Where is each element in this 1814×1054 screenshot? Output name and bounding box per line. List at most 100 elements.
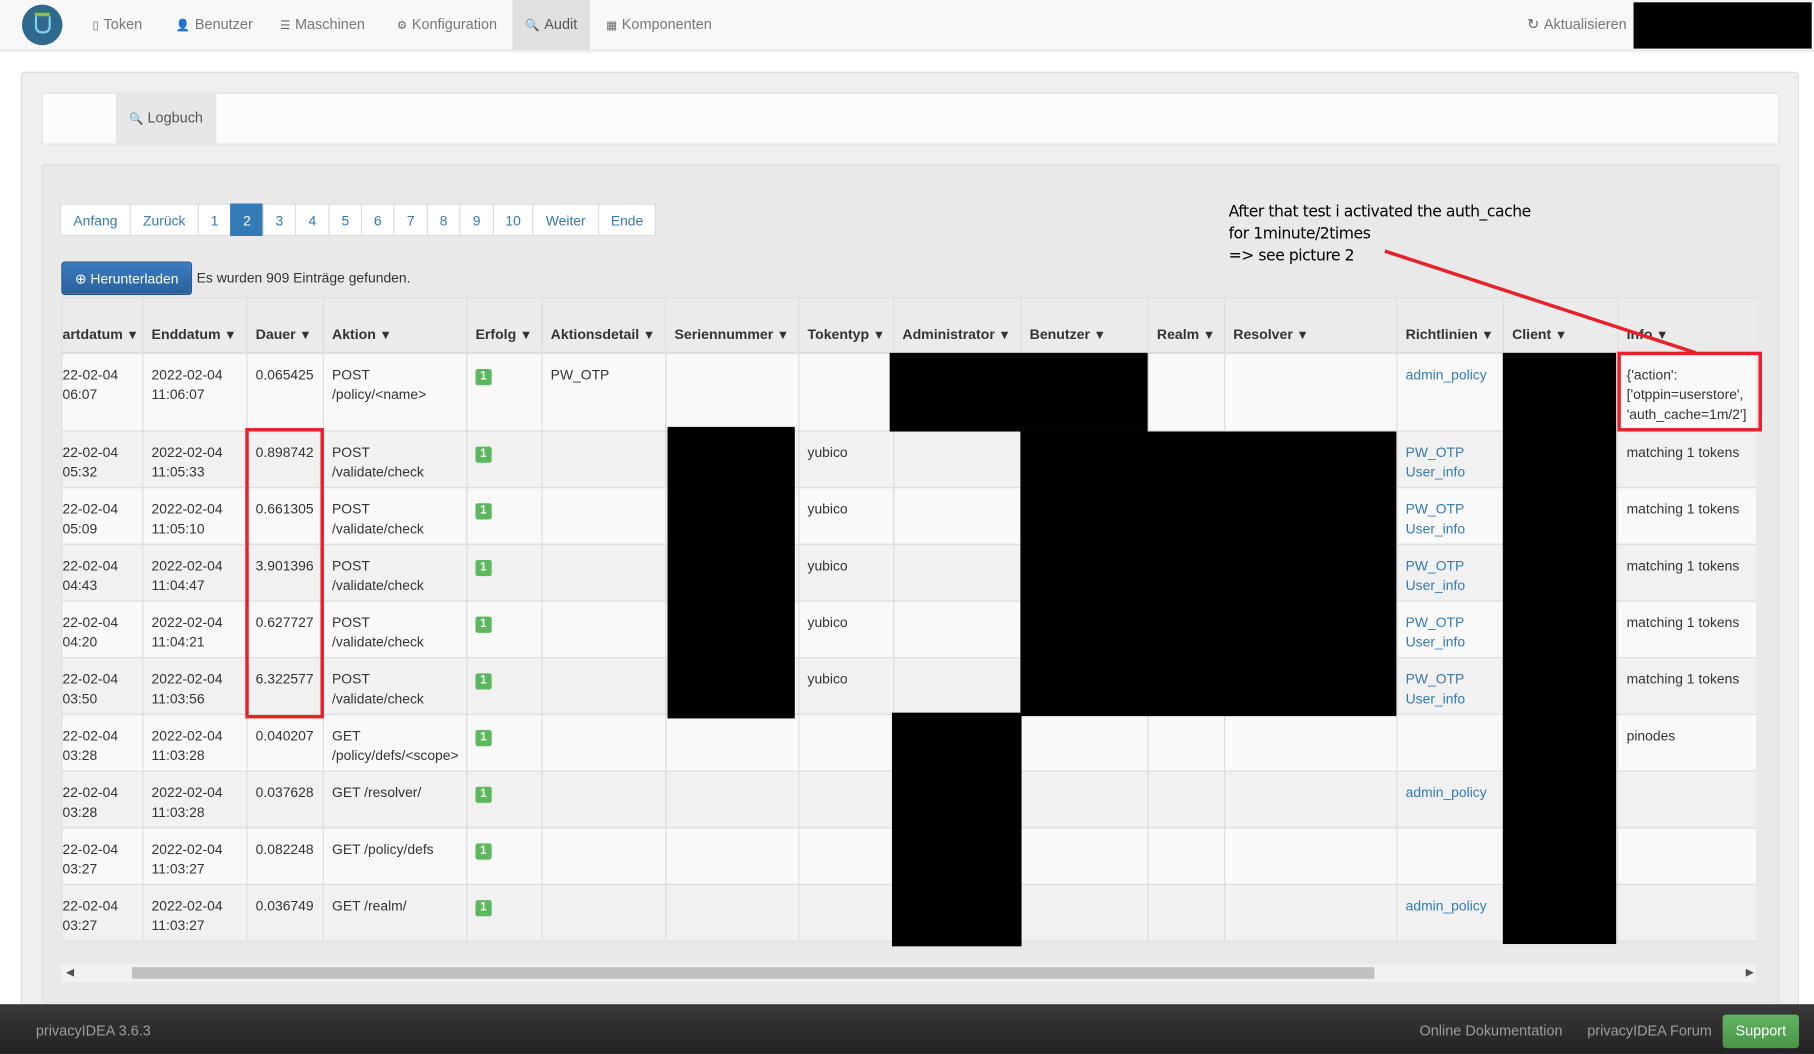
column-header-erfolg[interactable]: Erfolg ▼ xyxy=(466,297,543,354)
refresh-button[interactable]: ↻ Aktualisieren xyxy=(1527,0,1627,50)
filter-icon[interactable]: ▼ xyxy=(998,328,1011,342)
cell-administrator xyxy=(893,657,1022,715)
end-date: 2022-02-04 xyxy=(151,671,223,688)
column-header-info[interactable]: Info ▼ xyxy=(1617,297,1757,354)
success-badge: 1 xyxy=(475,843,492,860)
cell-info: matching 1 tokens xyxy=(1617,543,1757,602)
search-icon: 🔍 xyxy=(525,19,540,33)
action: /policy/defs/<scope> xyxy=(332,747,459,764)
docs-link[interactable]: Online Dokumentation xyxy=(1420,1023,1563,1039)
search-icon: 🔍 xyxy=(129,113,144,127)
page-3[interactable]: 3 xyxy=(262,203,297,237)
column-header-dauer[interactable]: Dauer ▼ xyxy=(246,297,324,354)
filter-icon[interactable]: ▼ xyxy=(643,328,656,342)
column-header-administrator[interactable]: Administrator ▼ xyxy=(893,297,1022,354)
success-badge: 1 xyxy=(475,786,492,803)
filter-icon[interactable]: ▼ xyxy=(873,328,886,342)
app: ▯ Token 👤 Benutzer ☰ Maschinen ⚙ Konfiguration 🔍… xyxy=(0,0,1814,1054)
nav-token[interactable]: ▯ Token xyxy=(93,0,143,50)
filter-icon[interactable]: ▼ xyxy=(520,328,533,342)
download-button[interactable]: ⊕ Herunterladen xyxy=(61,261,193,296)
filter-icon[interactable]: ▼ xyxy=(1555,328,1568,342)
cell-info: pinodes xyxy=(1617,713,1757,772)
policy-link[interactable]: admin_policy xyxy=(1406,365,1495,385)
policy-link[interactable]: PW_OTP xyxy=(1406,670,1495,690)
column-header-resolver[interactable]: Resolver ▼ xyxy=(1224,297,1398,354)
column-header-richtlinien[interactable]: Richtlinien ▼ xyxy=(1396,297,1504,354)
forum-link[interactable]: privacyIDEA Forum xyxy=(1587,1023,1712,1039)
policy-link[interactable]: PW_OTP xyxy=(1406,443,1495,463)
policy-link[interactable]: PW_OTP xyxy=(1406,613,1495,633)
page-ende[interactable]: Ende xyxy=(598,203,656,237)
page-7[interactable]: 7 xyxy=(393,203,429,237)
duration: 0.037628 xyxy=(255,784,314,801)
filter-icon[interactable]: ▼ xyxy=(379,328,392,342)
nav-audit[interactable]: 🔍 Audit xyxy=(512,0,591,50)
cell-benutzer xyxy=(1020,770,1149,829)
column-header-tokentyp[interactable]: Tokentyp ▼ xyxy=(798,297,895,354)
filter-icon[interactable]: ▼ xyxy=(299,328,312,342)
action: /policy/<name> xyxy=(332,385,427,403)
cell-erfolg: 1 xyxy=(466,713,543,772)
column-header-benutzer[interactable]: Benutzer ▼ xyxy=(1020,297,1149,354)
page-9[interactable]: 9 xyxy=(459,203,494,237)
nav-benutzer[interactable]: 👤 Benutzer xyxy=(176,0,253,50)
page-6[interactable]: 6 xyxy=(360,203,395,237)
policy-link[interactable]: admin_policy xyxy=(1406,897,1495,917)
start-date: 03:27 xyxy=(62,860,98,877)
tab-logbuch[interactable]: 🔍 Logbuch xyxy=(115,92,217,144)
cell-administrator xyxy=(893,543,1022,602)
nav-konfiguration[interactable]: ⚙ Konfiguration xyxy=(397,0,497,50)
policy-link[interactable]: User_info xyxy=(1406,633,1495,653)
page-weiter[interactable]: Weiter xyxy=(532,203,600,237)
page-zurück[interactable]: Zurück xyxy=(129,203,199,237)
scrollbar-thumb[interactable] xyxy=(131,967,1375,979)
page-1[interactable]: 1 xyxy=(197,203,232,237)
filter-icon[interactable]: ▼ xyxy=(777,328,790,342)
policy-link[interactable]: User_info xyxy=(1406,519,1495,539)
policy-link[interactable]: PW_OTP xyxy=(1406,500,1495,520)
policy-link[interactable]: User_info xyxy=(1406,463,1495,483)
end-date: 2022-02-04 xyxy=(151,500,223,518)
nav-komponenten[interactable]: ▦ Komponenten xyxy=(606,0,712,50)
scroll-left-arrow[interactable]: ◀ xyxy=(66,966,74,979)
policy-link[interactable]: PW_OTP xyxy=(1406,556,1495,576)
policy-link[interactable]: User_info xyxy=(1406,690,1495,710)
filter-icon[interactable]: ▼ xyxy=(224,328,237,342)
nav-maschinen[interactable]: ☰ Maschinen xyxy=(280,0,365,50)
filter-icon[interactable]: ▼ xyxy=(1481,328,1494,342)
column-header-client[interactable]: Client ▼ xyxy=(1502,297,1619,354)
filter-icon[interactable]: ▼ xyxy=(1093,328,1106,342)
success-badge: 1 xyxy=(475,616,492,633)
column-header-realm[interactable]: Realm ▼ xyxy=(1147,297,1226,354)
column-header-seriennummer[interactable]: Seriennummer ▼ xyxy=(665,297,800,354)
scroll-right-arrow[interactable]: ▶ xyxy=(1746,966,1754,979)
filter-icon[interactable]: ▼ xyxy=(126,328,139,342)
page-5[interactable]: 5 xyxy=(328,203,363,237)
policy-link[interactable]: admin_policy xyxy=(1406,783,1495,803)
filter-icon[interactable]: ▼ xyxy=(1296,328,1309,342)
header-label: Erfolg xyxy=(475,325,517,343)
filter-icon[interactable]: ▼ xyxy=(1203,328,1216,342)
end-date: 2022-02-04 xyxy=(151,784,223,801)
column-header-artdatum[interactable]: artdatum ▼ xyxy=(61,297,144,354)
privacyidea-logo[interactable] xyxy=(21,4,63,46)
page-8[interactable]: 8 xyxy=(426,203,461,237)
cell-tokentyp xyxy=(798,883,895,942)
support-button[interactable]: Support xyxy=(1722,1014,1799,1049)
column-header-enddatum[interactable]: Enddatum ▼ xyxy=(142,297,248,354)
page-anfang[interactable]: Anfang xyxy=(60,203,131,237)
column-header-aktionsdetail[interactable]: Aktionsdetail ▼ xyxy=(541,297,667,354)
column-header-aktion[interactable]: Aktion ▼ xyxy=(322,297,468,354)
cell-info: matching 1 tokens xyxy=(1617,657,1757,715)
page-2[interactable]: 2 xyxy=(230,203,264,237)
nav-label: Maschinen xyxy=(294,16,365,33)
page-4[interactable]: 4 xyxy=(295,203,330,237)
policy-link[interactable]: User_info xyxy=(1406,576,1495,596)
redacted-user-area xyxy=(1633,2,1812,49)
cell-aktion: POST/validate/check xyxy=(322,543,468,602)
filter-icon[interactable]: ▼ xyxy=(1656,328,1669,342)
download-icon: ⊕ xyxy=(74,270,87,287)
cell-richtlinien: PW_OTP User_info xyxy=(1396,487,1504,545)
page-10[interactable]: 10 xyxy=(492,203,534,237)
